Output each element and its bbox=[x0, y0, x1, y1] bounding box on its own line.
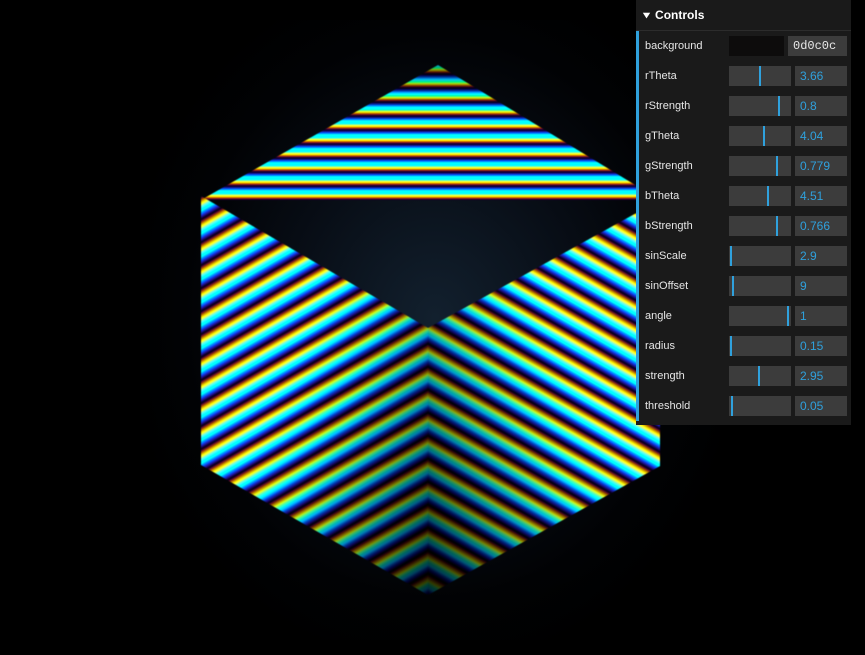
control-label: gTheta bbox=[645, 130, 680, 142]
control-row-threshold: threshold 0.05 bbox=[636, 391, 851, 421]
slider-track[interactable] bbox=[729, 66, 791, 86]
slider-handle[interactable] bbox=[732, 276, 735, 296]
slider-value[interactable]: 0.779 bbox=[795, 156, 847, 176]
slider-track[interactable] bbox=[729, 276, 791, 296]
slider-value[interactable]: 2.9 bbox=[795, 246, 847, 266]
slider-value[interactable]: 0.766 bbox=[795, 216, 847, 236]
slider-value[interactable]: 0.05 bbox=[795, 396, 847, 416]
slider-track[interactable] bbox=[729, 306, 791, 326]
slider-handle[interactable] bbox=[767, 186, 770, 206]
cube-face-left bbox=[201, 196, 428, 595]
chevron-down-icon[interactable]: ▾ bbox=[643, 10, 650, 21]
slider-track[interactable] bbox=[729, 126, 791, 146]
slider-track[interactable] bbox=[729, 156, 791, 176]
control-row-angle: angle 1 bbox=[636, 301, 851, 331]
cube-face-top bbox=[201, 65, 660, 200]
color-hex-value[interactable]: 0d0c0c bbox=[788, 36, 847, 56]
controls-panel-title-label: Controls bbox=[655, 8, 705, 22]
slider-value[interactable]: 3.66 bbox=[795, 66, 847, 86]
control-label: gStrength bbox=[645, 160, 693, 172]
slider-track[interactable] bbox=[729, 216, 791, 236]
cube-face-left-shading bbox=[201, 196, 428, 595]
control-label: sinOffset bbox=[645, 280, 689, 292]
control-widget: 0.8 bbox=[729, 96, 851, 116]
slider-value[interactable]: 1 bbox=[795, 306, 847, 326]
slider-track[interactable] bbox=[729, 366, 791, 386]
control-label: rStrength bbox=[645, 100, 691, 112]
control-widget: 2.95 bbox=[729, 366, 851, 386]
control-row-btheta: bTheta 4.51 bbox=[636, 181, 851, 211]
cube-face-right-shading bbox=[428, 200, 660, 595]
slider-value[interactable]: 0.8 bbox=[795, 96, 847, 116]
control-row-background: background 0d0c0c bbox=[636, 31, 851, 61]
controls-panel-title[interactable]: ▾ Controls bbox=[636, 0, 851, 31]
slider-value[interactable]: 2.95 bbox=[795, 366, 847, 386]
cube-face-top-shading bbox=[201, 65, 660, 200]
slider-handle[interactable] bbox=[758, 366, 761, 386]
control-widget: 9 bbox=[729, 276, 851, 296]
slider-handle[interactable] bbox=[776, 156, 779, 176]
control-label: bTheta bbox=[645, 190, 680, 202]
control-row-gstrength: gStrength 0.779 bbox=[636, 151, 851, 181]
control-row-rstrength: rStrength 0.8 bbox=[636, 91, 851, 121]
control-label: strength bbox=[645, 370, 685, 382]
control-row-rtheta: rTheta 3.66 bbox=[636, 61, 851, 91]
control-widget: 3.66 bbox=[729, 66, 851, 86]
slider-value[interactable]: 4.51 bbox=[795, 186, 847, 206]
controls-row-list: background 0d0c0c rTheta 3.66 rStrength 0.8 gT… bbox=[636, 31, 851, 425]
control-widget: 0.766 bbox=[729, 216, 851, 236]
control-widget: 1 bbox=[729, 306, 851, 326]
control-widget: 2.9 bbox=[729, 246, 851, 266]
cube-face-right bbox=[428, 200, 660, 595]
slider-track[interactable] bbox=[729, 336, 791, 356]
slider-value[interactable]: 0.15 bbox=[795, 336, 847, 356]
control-label: bStrength bbox=[645, 220, 693, 232]
slider-handle[interactable] bbox=[786, 306, 789, 326]
controls-panel: ▾ Controls background 0d0c0c rTheta 3.66 rSt… bbox=[636, 0, 851, 425]
control-label: rTheta bbox=[645, 70, 677, 82]
slider-handle[interactable] bbox=[759, 66, 761, 86]
control-widget: 4.04 bbox=[729, 126, 851, 146]
control-widget: 0.05 bbox=[729, 396, 851, 416]
slider-handle[interactable] bbox=[729, 336, 732, 356]
slider-handle[interactable] bbox=[777, 96, 780, 116]
control-widget: 0.779 bbox=[729, 156, 851, 176]
control-widget: 0.15 bbox=[729, 336, 851, 356]
slider-handle[interactable] bbox=[762, 126, 765, 146]
slider-track[interactable] bbox=[729, 186, 791, 206]
slider-track[interactable] bbox=[729, 246, 791, 266]
slider-value[interactable]: 4.04 bbox=[795, 126, 847, 146]
control-widget: 4.51 bbox=[729, 186, 851, 206]
slider-handle[interactable] bbox=[729, 246, 732, 266]
control-label: background bbox=[645, 40, 703, 52]
control-label: radius bbox=[645, 340, 675, 352]
control-widget: 0d0c0c bbox=[729, 36, 851, 56]
control-label: threshold bbox=[645, 400, 691, 412]
control-label: sinScale bbox=[645, 250, 687, 262]
slider-value[interactable]: 9 bbox=[795, 276, 847, 296]
control-row-bstrength: bStrength 0.766 bbox=[636, 211, 851, 241]
control-row-sinscale: sinScale 2.9 bbox=[636, 241, 851, 271]
control-label: angle bbox=[645, 310, 672, 322]
control-row-gtheta: gTheta 4.04 bbox=[636, 121, 851, 151]
slider-handle[interactable] bbox=[731, 396, 734, 416]
slider-track[interactable] bbox=[729, 396, 791, 416]
control-row-sinoffset: sinOffset 9 bbox=[636, 271, 851, 301]
slider-handle[interactable] bbox=[775, 216, 778, 236]
color-swatch[interactable] bbox=[729, 36, 784, 56]
slider-track[interactable] bbox=[729, 96, 791, 116]
control-row-radius: radius 0.15 bbox=[636, 331, 851, 361]
control-row-strength: strength 2.95 bbox=[636, 361, 851, 391]
